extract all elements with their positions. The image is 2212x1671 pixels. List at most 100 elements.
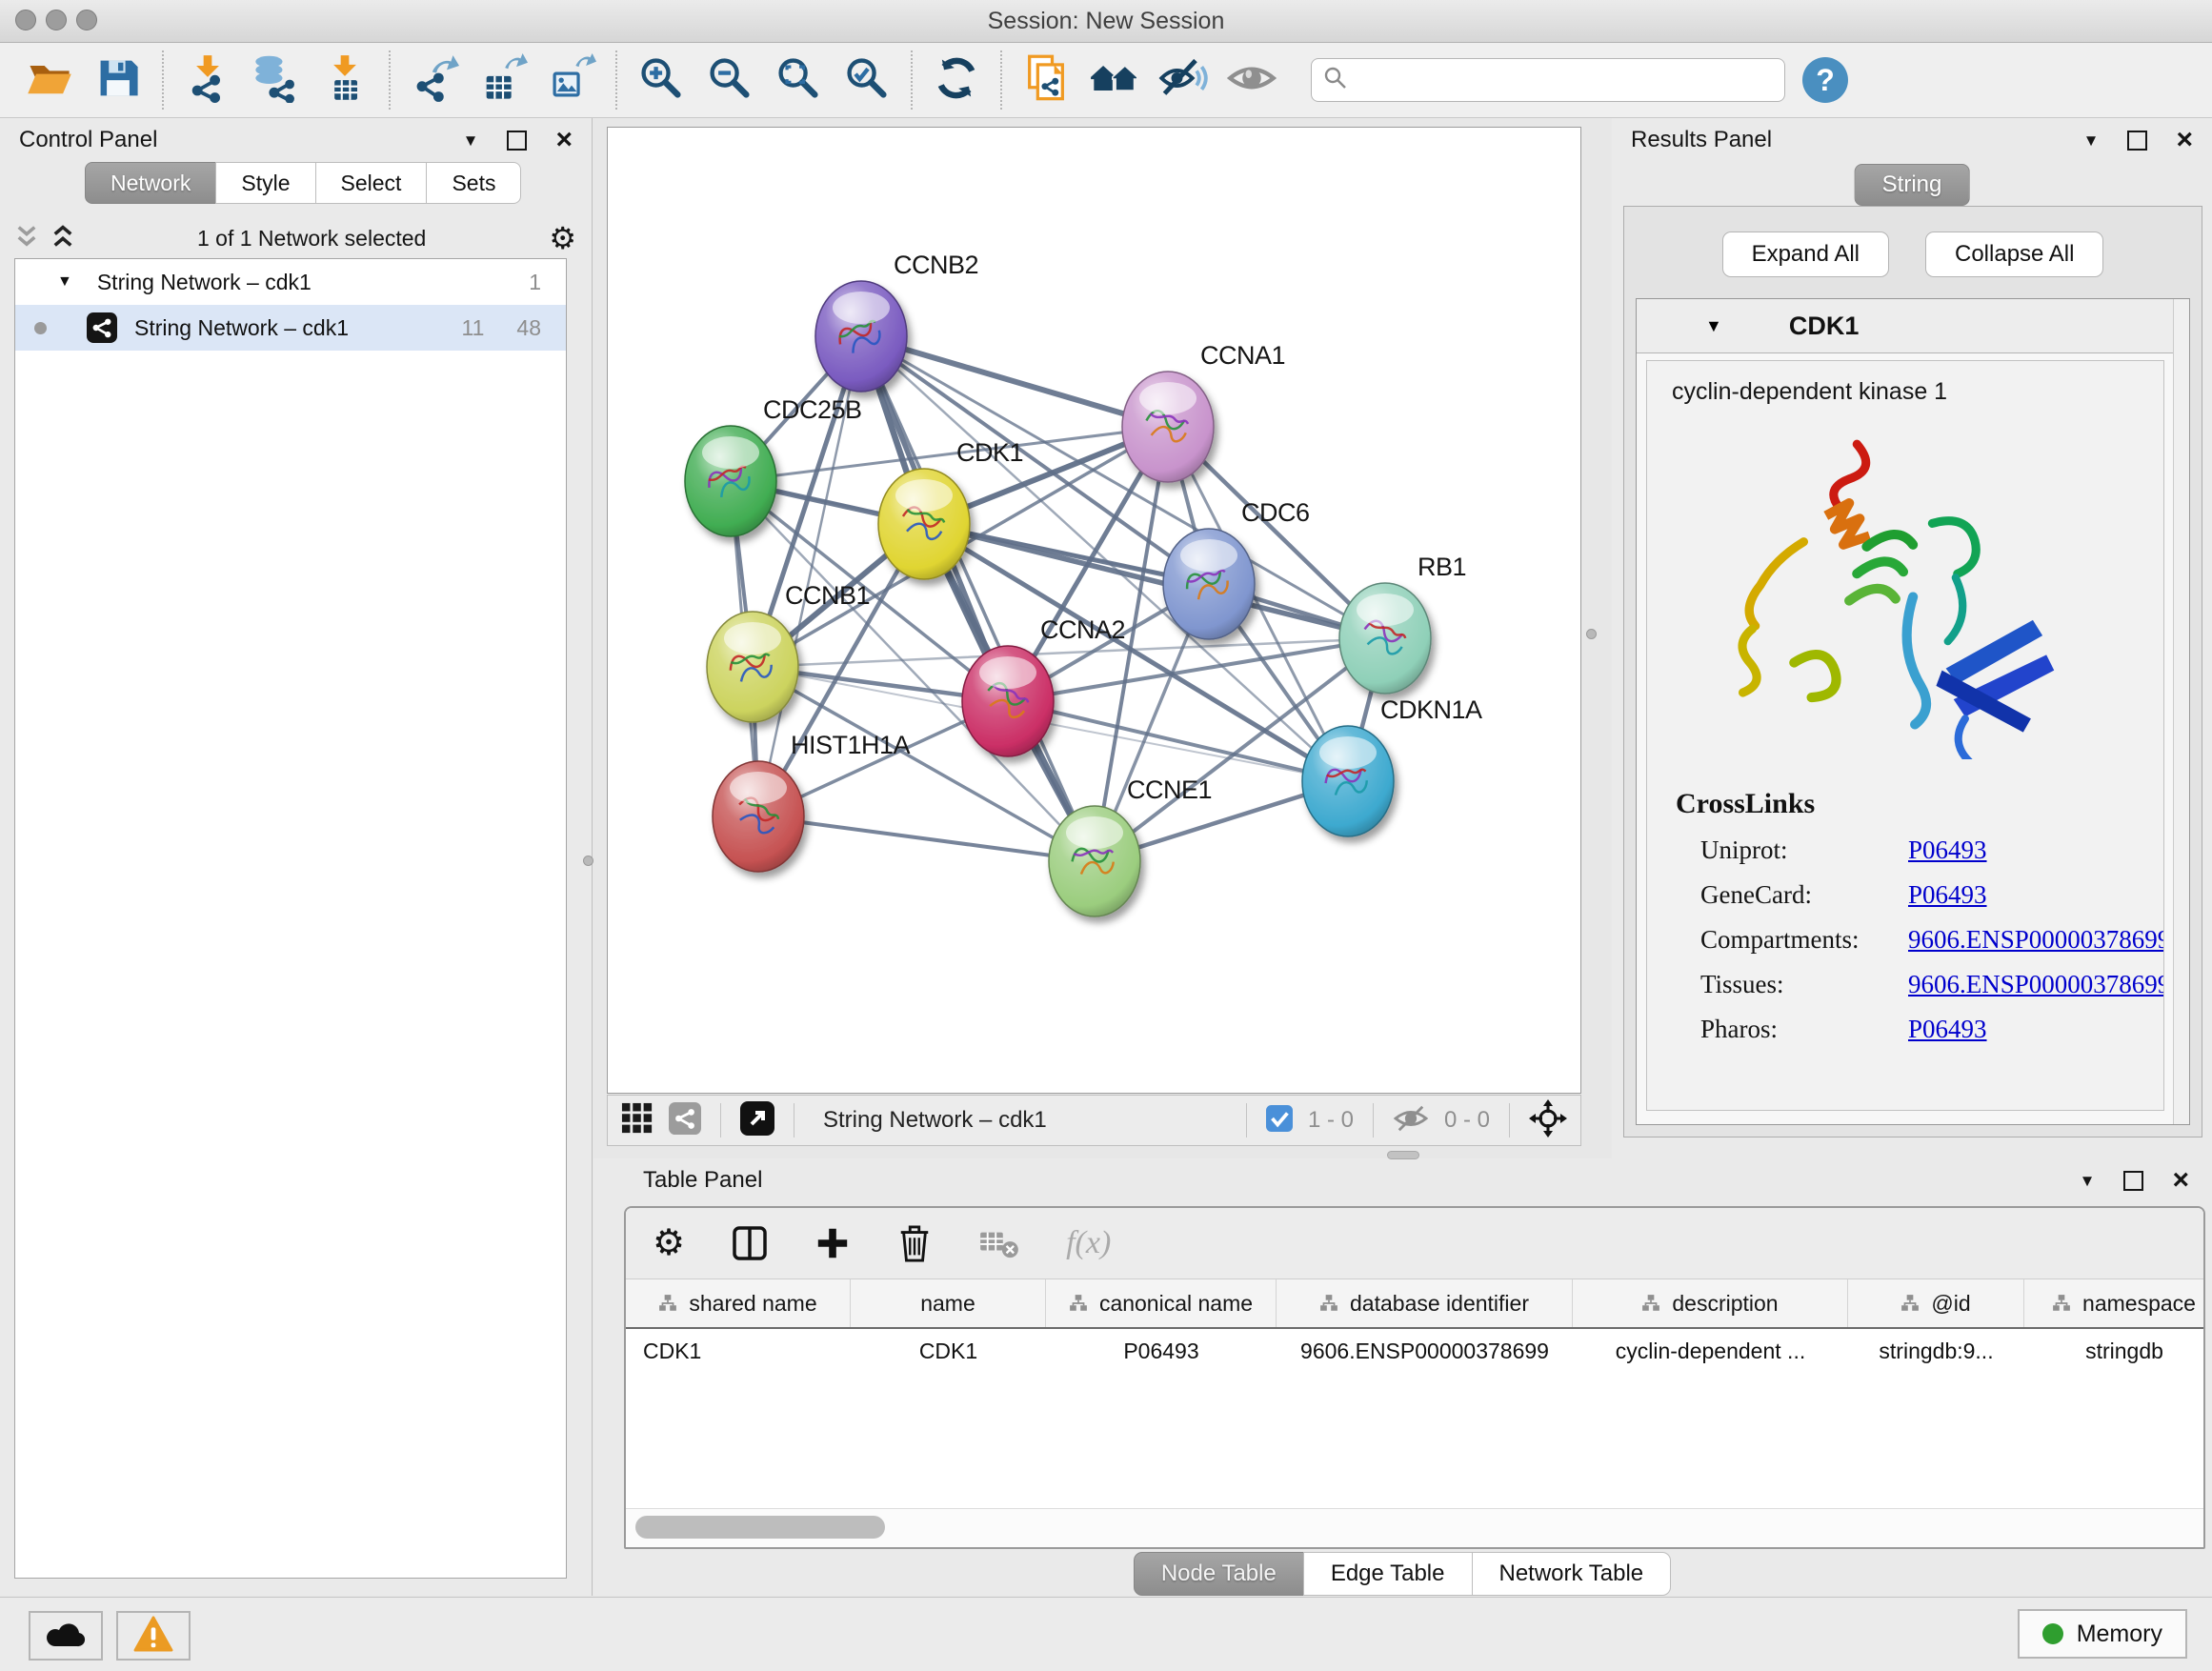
column-header-canonical-name[interactable]: canonical name [1046, 1279, 1277, 1327]
table-cell[interactable]: CDK1 [626, 1329, 851, 1373]
column-header-description[interactable]: description [1573, 1279, 1848, 1327]
delete-table-icon[interactable] [978, 1227, 1020, 1259]
table-cell[interactable]: P06493 [1046, 1329, 1277, 1373]
crosslink-link[interactable]: 9606.ENSP00000378699 [1908, 970, 2164, 999]
tab-select[interactable]: Select [315, 162, 428, 204]
tab-string[interactable]: String [1855, 164, 1970, 206]
network-row[interactable]: String Network – cdk1 11 48 [15, 305, 566, 351]
left-splitter-handle[interactable] [583, 856, 593, 866]
import-table-button[interactable] [311, 49, 379, 111]
column-header-name[interactable]: name [851, 1279, 1046, 1327]
apply-layout-button[interactable] [922, 49, 991, 111]
edge-CCNB2-CCNA1[interactable] [861, 336, 1168, 427]
import-network-button[interactable] [173, 49, 242, 111]
function-builder-icon[interactable]: f(x) [1066, 1225, 1111, 1261]
column-header--id[interactable]: @id [1848, 1279, 2024, 1327]
memory-button[interactable]: Memory [2018, 1609, 2187, 1659]
node-CCNA2[interactable] [962, 646, 1054, 756]
collapse-all-button[interactable]: Collapse All [1925, 232, 2103, 277]
show-graphics-button[interactable] [1217, 49, 1286, 111]
table-cell[interactable]: CDK1 [851, 1329, 1046, 1373]
zoom-in-button[interactable] [627, 49, 695, 111]
column-header-shared-name[interactable]: shared name [626, 1279, 851, 1327]
warnings-button[interactable] [116, 1611, 191, 1661]
table-cell[interactable]: stringdb:9... [1848, 1329, 2024, 1373]
show-columns-icon[interactable] [731, 1224, 769, 1262]
edge-CDK1-RB1[interactable] [924, 524, 1385, 638]
export-table-button[interactable] [469, 49, 537, 111]
network-view-icon[interactable] [669, 1102, 701, 1139]
help-button[interactable]: ? [1802, 57, 1848, 103]
panel-menu-icon[interactable]: ▼ [2083, 132, 2100, 149]
node-CDC25B[interactable] [685, 426, 776, 536]
import-network-database-button[interactable] [242, 49, 311, 111]
export-network-button[interactable] [400, 49, 469, 111]
network-options-gear-icon[interactable]: ⚙ [549, 223, 576, 253]
section-collapse-icon[interactable]: ▼ [1705, 316, 1722, 336]
crosslink-link[interactable]: 9606.ENSP00000378699 [1908, 925, 2164, 955]
save-session-button[interactable] [84, 49, 152, 111]
crosslink-link[interactable]: P06493 [1908, 880, 1987, 910]
panel-close-icon[interactable]: × [555, 126, 573, 154]
grid-view-icon[interactable] [621, 1102, 654, 1139]
panel-close-icon[interactable]: × [2176, 126, 2193, 154]
expand-all-networks-icon[interactable] [51, 224, 74, 253]
network-collection-row[interactable]: ▼ String Network – cdk1 1 [15, 259, 566, 305]
crosslink-link[interactable]: P06493 [1908, 1015, 1987, 1044]
hidden-eye-icon[interactable] [1393, 1103, 1429, 1138]
home-networks-button[interactable] [1080, 49, 1149, 111]
tab-sets[interactable]: Sets [426, 162, 521, 204]
hide-unhide-button[interactable] [1149, 49, 1217, 111]
table-cell[interactable]: 9606.ENSP00000378699 [1277, 1329, 1573, 1373]
crosslink-link[interactable]: P06493 [1908, 836, 1987, 865]
tab-edge-table[interactable]: Edge Table [1303, 1552, 1473, 1596]
duplicate-network-button[interactable] [1012, 49, 1080, 111]
delete-column-icon[interactable] [896, 1223, 933, 1263]
edge-CCNA2-CDKN1A[interactable] [1008, 701, 1348, 781]
edge-HIST1H1A-CCNE1[interactable] [758, 816, 1095, 861]
panel-float-icon[interactable] [2127, 131, 2147, 151]
table-cell[interactable]: cyclin-dependent ... [1573, 1329, 1848, 1373]
node-CCNA1[interactable] [1122, 372, 1214, 482]
node-CDK1[interactable] [878, 469, 970, 579]
table-cell[interactable]: stringdb [2024, 1329, 2205, 1373]
node-CCNB1[interactable] [707, 612, 798, 722]
column-header-namespace[interactable]: namespace [2024, 1279, 2205, 1327]
export-image-button[interactable] [537, 49, 606, 111]
results-vertical-scrollbar[interactable] [2173, 299, 2189, 1124]
zoom-selected-button[interactable] [833, 49, 901, 111]
node-HIST1H1A[interactable] [713, 761, 804, 872]
open-session-button[interactable] [15, 49, 84, 111]
panel-menu-icon[interactable]: ▼ [463, 132, 479, 149]
panel-float-icon[interactable] [507, 131, 527, 151]
selected-checkbox-icon[interactable] [1266, 1105, 1293, 1137]
tab-network[interactable]: Network [85, 162, 216, 204]
birds-eye-crosshair-icon[interactable] [1529, 1099, 1567, 1142]
panel-float-icon[interactable] [2123, 1171, 2143, 1191]
collapse-all-networks-icon[interactable] [15, 224, 38, 253]
expand-all-button[interactable]: Expand All [1722, 232, 1889, 277]
node-CDC6[interactable] [1163, 529, 1255, 639]
cloud-status-button[interactable] [29, 1611, 103, 1661]
panel-menu-icon[interactable]: ▼ [2080, 1173, 2096, 1189]
tab-style[interactable]: Style [215, 162, 315, 204]
bottom-splitter-handle[interactable] [1387, 1151, 1419, 1159]
detach-view-icon[interactable] [740, 1101, 774, 1140]
tab-network-table[interactable]: Network Table [1472, 1552, 1672, 1596]
right-splitter-handle[interactable] [1586, 629, 1597, 639]
search-input[interactable] [1356, 67, 1773, 93]
node-CDKN1A[interactable] [1302, 726, 1394, 836]
add-column-icon[interactable] [814, 1225, 851, 1261]
network-canvas[interactable]: CCNB2CCNA1CDC25BCDK1CDC6RB1CCNB1CCNA2CDK… [608, 128, 1580, 1093]
node-RB1[interactable] [1339, 583, 1431, 694]
gene-section-header[interactable]: ▼ CDK1 [1637, 299, 2189, 353]
edge-CCNB2-CCNE1[interactable] [861, 336, 1095, 861]
node-CCNB2[interactable] [815, 281, 907, 392]
collection-expand-icon[interactable]: ▼ [57, 273, 72, 291]
tab-node-table[interactable]: Node Table [1134, 1552, 1304, 1596]
scrollbar-thumb[interactable] [635, 1516, 885, 1539]
table-options-gear-icon[interactable]: ⚙ [653, 1225, 685, 1261]
zoom-fit-button[interactable] [764, 49, 833, 111]
node-CCNE1[interactable] [1049, 806, 1140, 916]
column-header-database-identifier[interactable]: database identifier [1277, 1279, 1573, 1327]
